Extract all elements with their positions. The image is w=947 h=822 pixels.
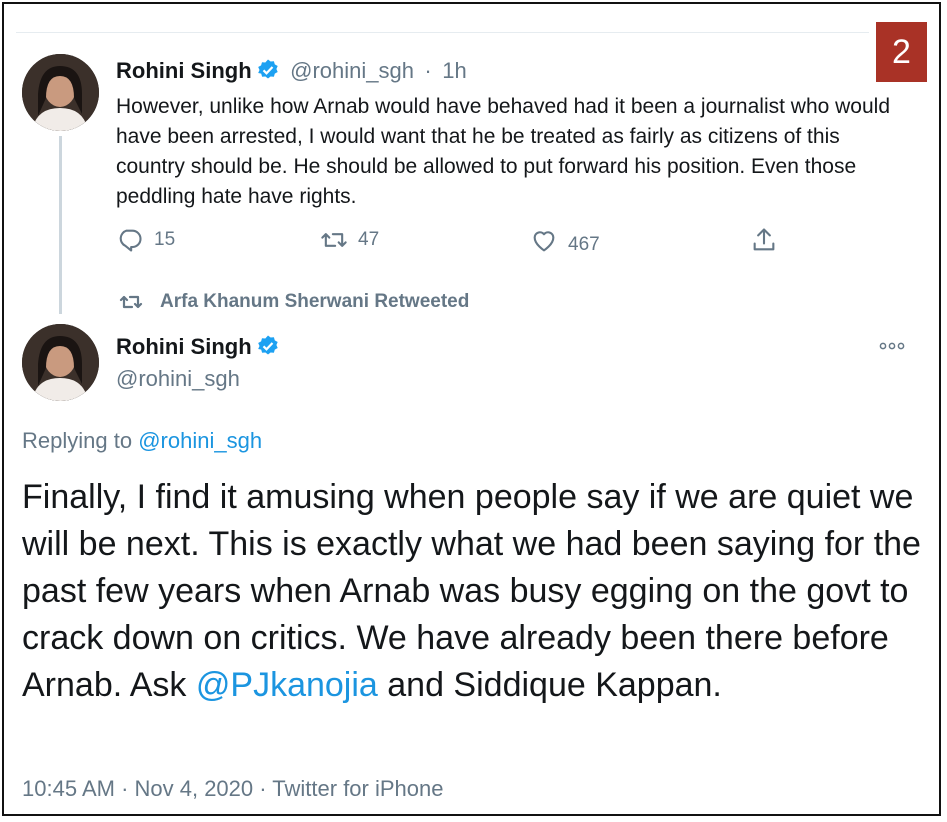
screenshot-frame: 2 Rohini Singh @rohini_sgh · 1h However,… [2, 2, 941, 816]
retweet-button[interactable]: 47 [320, 226, 379, 254]
reply-count: 15 [154, 229, 176, 250]
reply-icon [119, 229, 142, 252]
retweet-icon [321, 233, 347, 247]
tweet-text: Finally, I find it amusing when people s… [22, 474, 922, 709]
retweet-banner-text: Arfa Khanum Sherwani Retweeted [160, 291, 470, 312]
verified-icon [256, 334, 280, 358]
author-name[interactable]: Rohini Singh [116, 58, 252, 83]
separator-dot: · [424, 58, 432, 83]
retweet-icon [119, 295, 143, 309]
tweet-actions: 15 47 467 [116, 226, 796, 262]
share-icon [753, 228, 775, 251]
reply-button[interactable]: 15 [116, 226, 175, 254]
like-button[interactable]: 467 [530, 226, 600, 256]
avatar[interactable] [22, 54, 99, 131]
number-badge: 2 [876, 22, 927, 82]
like-count: 467 [568, 234, 600, 255]
tweet-text-part2: and Siddique Kappan. [377, 666, 722, 704]
replying-handle-link[interactable]: @rohini_sgh [138, 428, 262, 453]
more-icon [879, 342, 905, 350]
divider [16, 32, 869, 33]
thread-connector [59, 136, 62, 314]
verified-icon [256, 58, 280, 82]
author-handle[interactable]: @rohini_sgh [116, 366, 240, 392]
tweet-time[interactable]: 1h [442, 58, 466, 83]
avatar[interactable] [22, 324, 99, 401]
mention-link[interactable]: @PJkanojia [196, 666, 378, 704]
tweet-timestamp[interactable]: 10:45 AM · Nov 4, 2020 · Twitter for iPh… [22, 776, 443, 802]
tweet-text: However, unlike how Arnab would have beh… [116, 95, 891, 208]
replying-to: Replying to @rohini_sgh [22, 428, 262, 454]
share-button[interactable] [750, 226, 778, 254]
like-icon [533, 231, 555, 252]
retweet-banner[interactable]: Arfa Khanum Sherwani Retweeted [116, 290, 469, 314]
more-options-button[interactable] [877, 336, 907, 356]
author-name[interactable]: Rohini Singh [116, 334, 252, 359]
retweet-count: 47 [358, 229, 380, 250]
author-handle[interactable]: @rohini_sgh [290, 58, 414, 83]
replying-prefix: Replying to [22, 428, 133, 453]
